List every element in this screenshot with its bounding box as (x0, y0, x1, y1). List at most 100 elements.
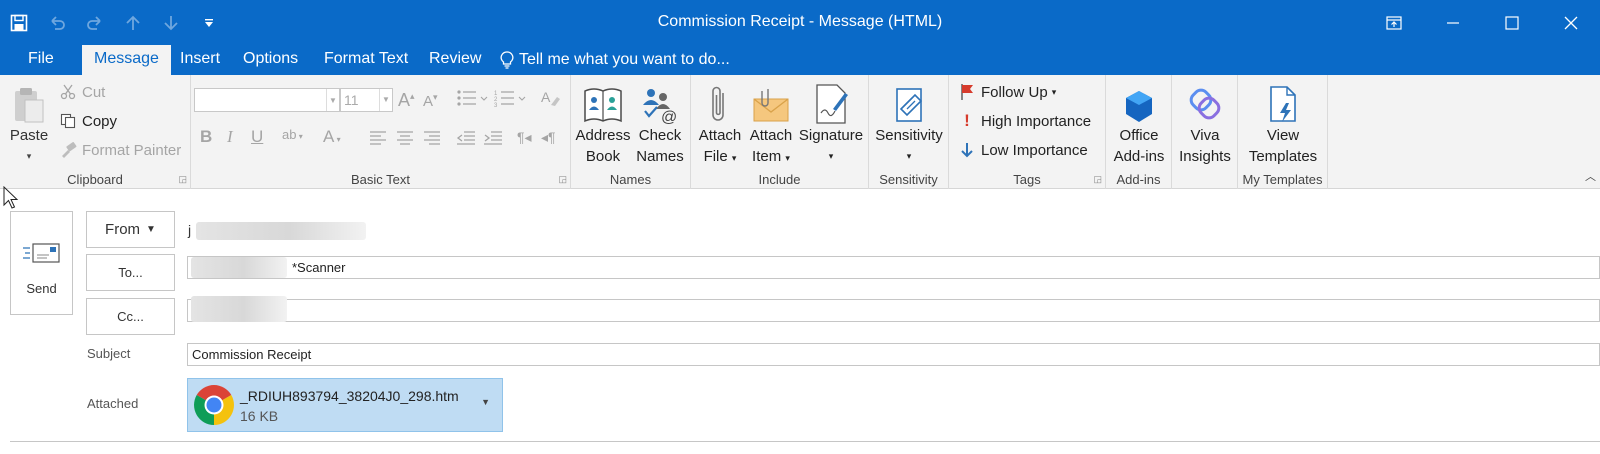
attach-file-label-1: Attach (698, 127, 742, 144)
tags-launcher-icon[interactable]: ◲ (1093, 174, 1102, 185)
font-name-combo[interactable]: ▼ (194, 88, 340, 112)
attachment-dropdown-icon[interactable]: ▼ (481, 397, 490, 407)
high-importance-button[interactable]: ! High Importance (957, 109, 1091, 133)
scissors-icon (58, 84, 78, 100)
font-color-icon[interactable]: A ▾ (323, 127, 341, 147)
addins-group-label: Add-ins (1116, 172, 1161, 187)
copy-button[interactable]: Copy (58, 109, 117, 133)
office-addins-label-2: Add-ins (1113, 148, 1165, 165)
tab-file[interactable]: File (16, 45, 66, 75)
sensitivity-dropdown-icon: ▾ (906, 151, 912, 161)
signature-button[interactable]: Signature ▾ (796, 79, 866, 167)
include-group-label: Include (758, 172, 801, 187)
tell-me-box[interactable]: Tell me what you want to do... (488, 45, 742, 75)
tags-group-label: Tags (1013, 172, 1041, 187)
redacted-from-address (196, 222, 366, 240)
group-my-templates: View Templates My Templates (1238, 75, 1328, 189)
names-group-label: Names (609, 172, 652, 187)
view-templates-label-1: View (1266, 127, 1300, 144)
group-names: Address Book @ Check Names Names (571, 75, 691, 189)
view-templates-button[interactable]: View Templates (1242, 79, 1324, 167)
chrome-icon (193, 384, 235, 431)
address-book-button[interactable]: Address Book (574, 79, 632, 167)
attach-file-button[interactable]: Attach File ▾ (693, 79, 747, 169)
redacted-cc-address (191, 296, 287, 322)
bold-icon[interactable]: B (200, 127, 212, 147)
sensitivity-group-label: Sensitivity (879, 172, 938, 187)
ltr-icon[interactable]: ¶◂ (517, 129, 532, 146)
viva-insights-label-2: Insights (1179, 148, 1231, 165)
attachment-chip[interactable]: _RDIUH893794_38204J0_298.htm 16 KB ▼ (187, 378, 503, 432)
tab-options[interactable]: Options (231, 45, 310, 75)
collapse-ribbon-icon[interactable]: ︿ (1585, 168, 1596, 184)
increase-indent-icon[interactable] (483, 130, 503, 150)
minimize-icon[interactable] (1423, 0, 1482, 45)
clear-formatting-icon[interactable]: A (541, 88, 561, 113)
subject-value: Commission Receipt (192, 347, 312, 362)
tab-message[interactable]: Message (82, 45, 171, 75)
viva-insights-button[interactable]: Viva Insights (1174, 79, 1236, 167)
align-center-icon[interactable] (396, 130, 414, 150)
italic-icon[interactable]: I (227, 127, 233, 147)
lightbulb-icon (500, 51, 514, 69)
sensitivity-button[interactable]: Sensitivity ▾ (872, 79, 946, 167)
to-recipient: *Scanner (292, 260, 346, 275)
low-importance-icon (957, 142, 977, 158)
to-label: To... (118, 265, 143, 280)
follow-up-label: Follow Up (981, 83, 1048, 101)
grow-font-icon[interactable]: A▴ (398, 90, 415, 111)
follow-up-button[interactable]: Follow Up ▾ (957, 80, 1056, 104)
align-right-icon[interactable] (423, 130, 441, 150)
format-painter-button[interactable]: Format Painter (58, 138, 181, 162)
maximize-icon[interactable] (1482, 0, 1541, 45)
to-button[interactable]: To... (86, 254, 175, 291)
paste-dropdown-icon[interactable]: ▾ (4, 146, 54, 167)
svg-text:3: 3 (494, 103, 498, 107)
tab-review[interactable]: Review (417, 45, 493, 75)
shrink-font-icon[interactable]: A▾ (423, 92, 438, 110)
signature-label: Signature (798, 127, 864, 144)
from-label: From (105, 221, 141, 238)
svg-text:A: A (541, 89, 551, 105)
signature-icon (796, 79, 866, 125)
paperclip-icon (693, 79, 747, 125)
office-addins-button[interactable]: Office Add-ins (1108, 79, 1170, 167)
cc-button[interactable]: Cc... (86, 298, 175, 335)
numbering-icon[interactable]: 123 (494, 89, 528, 112)
clipboard-launcher-icon[interactable]: ◲ (178, 174, 187, 185)
paste-button[interactable]: Paste ▾ (4, 79, 54, 167)
check-names-button[interactable]: @ Check Names (633, 79, 687, 167)
send-button[interactable]: Send (10, 211, 73, 315)
underline-icon[interactable]: U (251, 127, 263, 147)
decrease-indent-icon[interactable] (456, 130, 476, 150)
bullets-icon[interactable] (456, 89, 490, 112)
tab-format-text[interactable]: Format Text (312, 45, 420, 75)
cut-button[interactable]: Cut (58, 80, 105, 104)
group-tags: Follow Up ▾ ! High Importance Low Importa… (949, 75, 1106, 189)
from-value: j (188, 222, 192, 238)
high-importance-icon: ! (964, 111, 970, 130)
basic-text-group-label: Basic Text (350, 172, 410, 187)
check-names-icon: @ (633, 79, 687, 125)
group-viva: Viva Insights (1172, 75, 1238, 189)
tell-me-text: Tell me what you want to do... (519, 51, 730, 68)
highlight-icon[interactable]: ab ▾ (282, 127, 303, 142)
ribbon-display-icon[interactable] (1364, 0, 1423, 45)
align-left-icon[interactable] (369, 130, 387, 150)
from-button[interactable]: From ▼ (86, 211, 175, 248)
low-importance-button[interactable]: Low Importance (957, 138, 1088, 162)
attach-item-button[interactable]: Attach Item ▾ (746, 79, 796, 169)
cc-field[interactable] (187, 299, 1600, 322)
check-names-label-1: Check (638, 127, 682, 144)
paste-label: Paste (9, 127, 49, 144)
basic-text-launcher-icon[interactable]: ◲ (558, 174, 567, 185)
close-icon[interactable] (1541, 0, 1600, 45)
subject-field[interactable]: Commission Receipt (187, 343, 1600, 366)
rtl-icon[interactable]: ◂¶ (541, 129, 556, 146)
font-size-combo[interactable]: 11 ▼ (340, 88, 393, 112)
to-field[interactable]: *Scanner (187, 256, 1600, 279)
tab-insert[interactable]: Insert (168, 45, 232, 75)
cut-label: Cut (82, 83, 106, 101)
sensitivity-label: Sensitivity (875, 127, 943, 144)
flag-icon (957, 83, 977, 101)
